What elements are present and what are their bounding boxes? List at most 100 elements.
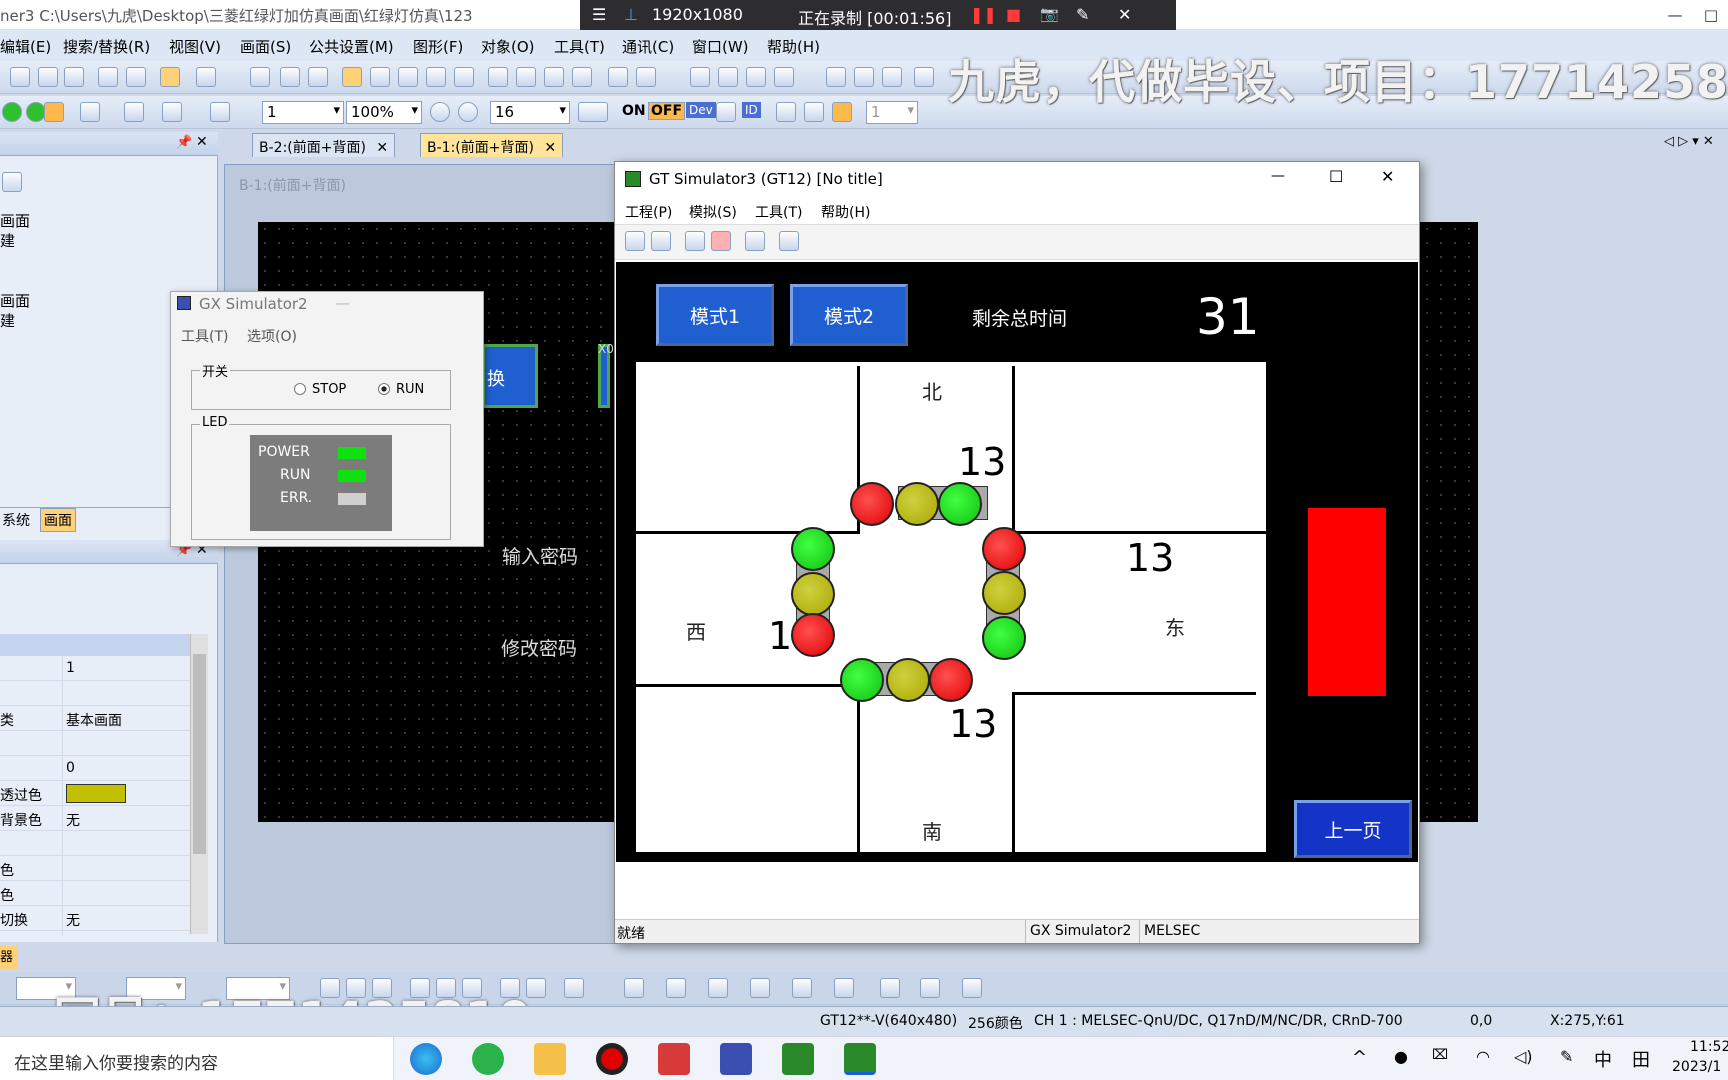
import-icon[interactable] bbox=[826, 67, 846, 87]
tab-system[interactable]: 系统 bbox=[0, 510, 32, 530]
property-row[interactable] bbox=[0, 731, 190, 756]
library-icon[interactable] bbox=[342, 67, 362, 87]
menu-search-replace[interactable]: 搜索/替换(R) bbox=[63, 36, 150, 57]
menu-help[interactable]: 帮助(H) bbox=[767, 36, 820, 57]
select-pointer-icon[interactable] bbox=[160, 67, 180, 87]
tree-tool-icon[interactable] bbox=[2, 172, 22, 192]
pen-tray-icon[interactable]: ✎ bbox=[1560, 1047, 1573, 1066]
properties-scrollbar[interactable] bbox=[190, 634, 208, 934]
data-view-icon[interactable] bbox=[426, 67, 446, 87]
scrollbar-thumb[interactable] bbox=[193, 654, 206, 854]
zoom-out-icon[interactable] bbox=[458, 102, 478, 122]
transparent-color-swatch[interactable] bbox=[66, 784, 126, 803]
stop-icon[interactable]: ■ bbox=[1006, 5, 1021, 24]
screen-props-icon[interactable] bbox=[308, 67, 328, 87]
restore-button[interactable]: □ bbox=[1694, 0, 1728, 30]
gt-maximize-icon[interactable]: ☐ bbox=[1329, 167, 1343, 186]
device-list-icon[interactable] bbox=[398, 67, 418, 87]
canvas-mode-button[interactable]: 换 bbox=[482, 344, 538, 408]
grid-size-select[interactable]: 16 bbox=[490, 101, 570, 124]
bring-front-icon[interactable] bbox=[544, 67, 564, 87]
stop-radio[interactable] bbox=[294, 383, 306, 395]
tab-b2[interactable]: B-2:(前面+背面) ✕ bbox=[252, 133, 396, 157]
gt-device-monitor-icon[interactable] bbox=[745, 231, 765, 251]
property-row[interactable] bbox=[0, 831, 190, 856]
menu-object[interactable]: 对象(O) bbox=[481, 36, 535, 57]
paste-icon[interactable] bbox=[64, 67, 84, 87]
fill-pattern-icon[interactable] bbox=[80, 102, 100, 122]
gt-menu-tools[interactable]: 工具(T) bbox=[755, 202, 802, 222]
layer-select[interactable]: 1 bbox=[866, 101, 918, 124]
tree-item[interactable]: 画面 bbox=[0, 290, 30, 311]
tree-item[interactable]: 画面 bbox=[0, 210, 30, 231]
ime-indicator[interactable]: 中 bbox=[1594, 1046, 1612, 1072]
file-explorer-icon[interactable] bbox=[534, 1043, 566, 1075]
gt-minimize-icon[interactable]: — bbox=[1271, 168, 1285, 184]
play-icon[interactable] bbox=[2, 102, 22, 122]
stop-sim-icon[interactable] bbox=[882, 67, 902, 87]
gt-menu-help[interactable]: 帮助(H) bbox=[821, 202, 870, 222]
gx-minimize-icon[interactable]: — bbox=[335, 294, 350, 312]
copy-icon[interactable] bbox=[38, 67, 58, 87]
id-toggle[interactable]: ID bbox=[742, 102, 761, 118]
property-row[interactable]: 切换 无 bbox=[0, 906, 190, 931]
line-width-icon[interactable] bbox=[666, 978, 686, 998]
gt-simulator-icon[interactable] bbox=[844, 1043, 876, 1075]
recorder-menu-icon[interactable]: ☰ bbox=[592, 5, 606, 24]
send-back-icon[interactable] bbox=[572, 67, 592, 87]
zoom-area-icon[interactable] bbox=[210, 102, 230, 122]
tree-item[interactable]: 建 bbox=[0, 310, 15, 331]
layer-back-icon[interactable] bbox=[804, 102, 824, 122]
export-icon[interactable] bbox=[854, 67, 874, 87]
shape-icon[interactable] bbox=[750, 978, 770, 998]
font-color-icon[interactable] bbox=[880, 978, 900, 998]
change-password-label[interactable]: 修改密码 bbox=[501, 634, 577, 661]
grid-options-icon[interactable] bbox=[578, 102, 608, 122]
pause-icon[interactable]: ❚❚ bbox=[970, 5, 997, 24]
gt-open-icon[interactable] bbox=[625, 231, 645, 251]
undo-icon[interactable] bbox=[98, 67, 118, 87]
network-icon[interactable]: ◠ bbox=[1476, 1047, 1490, 1066]
image-icon[interactable] bbox=[44, 102, 64, 122]
property-row[interactable]: 0 bbox=[0, 756, 190, 781]
property-row[interactable]: 透过色 bbox=[0, 781, 190, 806]
gt-close-icon[interactable]: ✕ bbox=[1381, 167, 1394, 186]
read-plc-icon[interactable] bbox=[690, 67, 710, 87]
arrange-icon[interactable] bbox=[488, 67, 508, 87]
pattern-icon[interactable] bbox=[792, 978, 812, 998]
menu-communication[interactable]: 通讯(C) bbox=[622, 36, 674, 57]
bind-icon[interactable] bbox=[564, 978, 584, 998]
paint-icon[interactable] bbox=[834, 978, 854, 998]
gx-works-icon[interactable] bbox=[658, 1043, 690, 1075]
pin-icon[interactable]: 📌 bbox=[176, 135, 192, 150]
gt-menu-project[interactable]: 工程(P) bbox=[625, 202, 672, 222]
monitor-icon[interactable] bbox=[774, 67, 794, 87]
input-password-label[interactable]: 输入密码 bbox=[502, 542, 578, 569]
property-row[interactable]: 1 bbox=[0, 656, 190, 681]
tab-b1[interactable]: B-1:(前面+背面) ✕ bbox=[420, 133, 564, 157]
gx-menu-tools[interactable]: 工具(T) bbox=[181, 326, 228, 346]
layer-both-icon[interactable] bbox=[832, 102, 852, 122]
menu-figure[interactable]: 图形(F) bbox=[413, 36, 463, 57]
tag-icon[interactable] bbox=[716, 102, 736, 122]
device-toggle[interactable]: Dev bbox=[686, 102, 716, 118]
clock-time[interactable]: 11:52 bbox=[1690, 1039, 1728, 1055]
gt-designer-icon[interactable] bbox=[782, 1043, 814, 1075]
tab-screen[interactable]: 画面 bbox=[40, 508, 76, 532]
zoom-select[interactable]: 100% bbox=[346, 101, 422, 124]
rectangle-icon[interactable] bbox=[124, 102, 144, 122]
preview-icon[interactable] bbox=[454, 67, 474, 87]
menu-edit[interactable]: 编辑(E) bbox=[0, 36, 51, 57]
redo-icon[interactable] bbox=[126, 67, 146, 87]
spell-check-icon[interactable] bbox=[636, 67, 656, 87]
ime-grid-icon[interactable]: 田 bbox=[1632, 1046, 1650, 1072]
recorder-app-icon[interactable] bbox=[596, 1043, 628, 1075]
font-size-icon[interactable] bbox=[920, 978, 940, 998]
property-row[interactable]: 类 基本画面 bbox=[0, 706, 190, 731]
recorder-pin-icon[interactable]: ⊥ bbox=[624, 5, 638, 24]
gt-settings-icon[interactable] bbox=[779, 231, 799, 251]
edge-icon[interactable] bbox=[410, 1043, 442, 1075]
simulate-icon[interactable] bbox=[914, 67, 934, 87]
verify-icon[interactable] bbox=[746, 67, 766, 87]
menu-view[interactable]: 视图(V) bbox=[169, 36, 221, 57]
